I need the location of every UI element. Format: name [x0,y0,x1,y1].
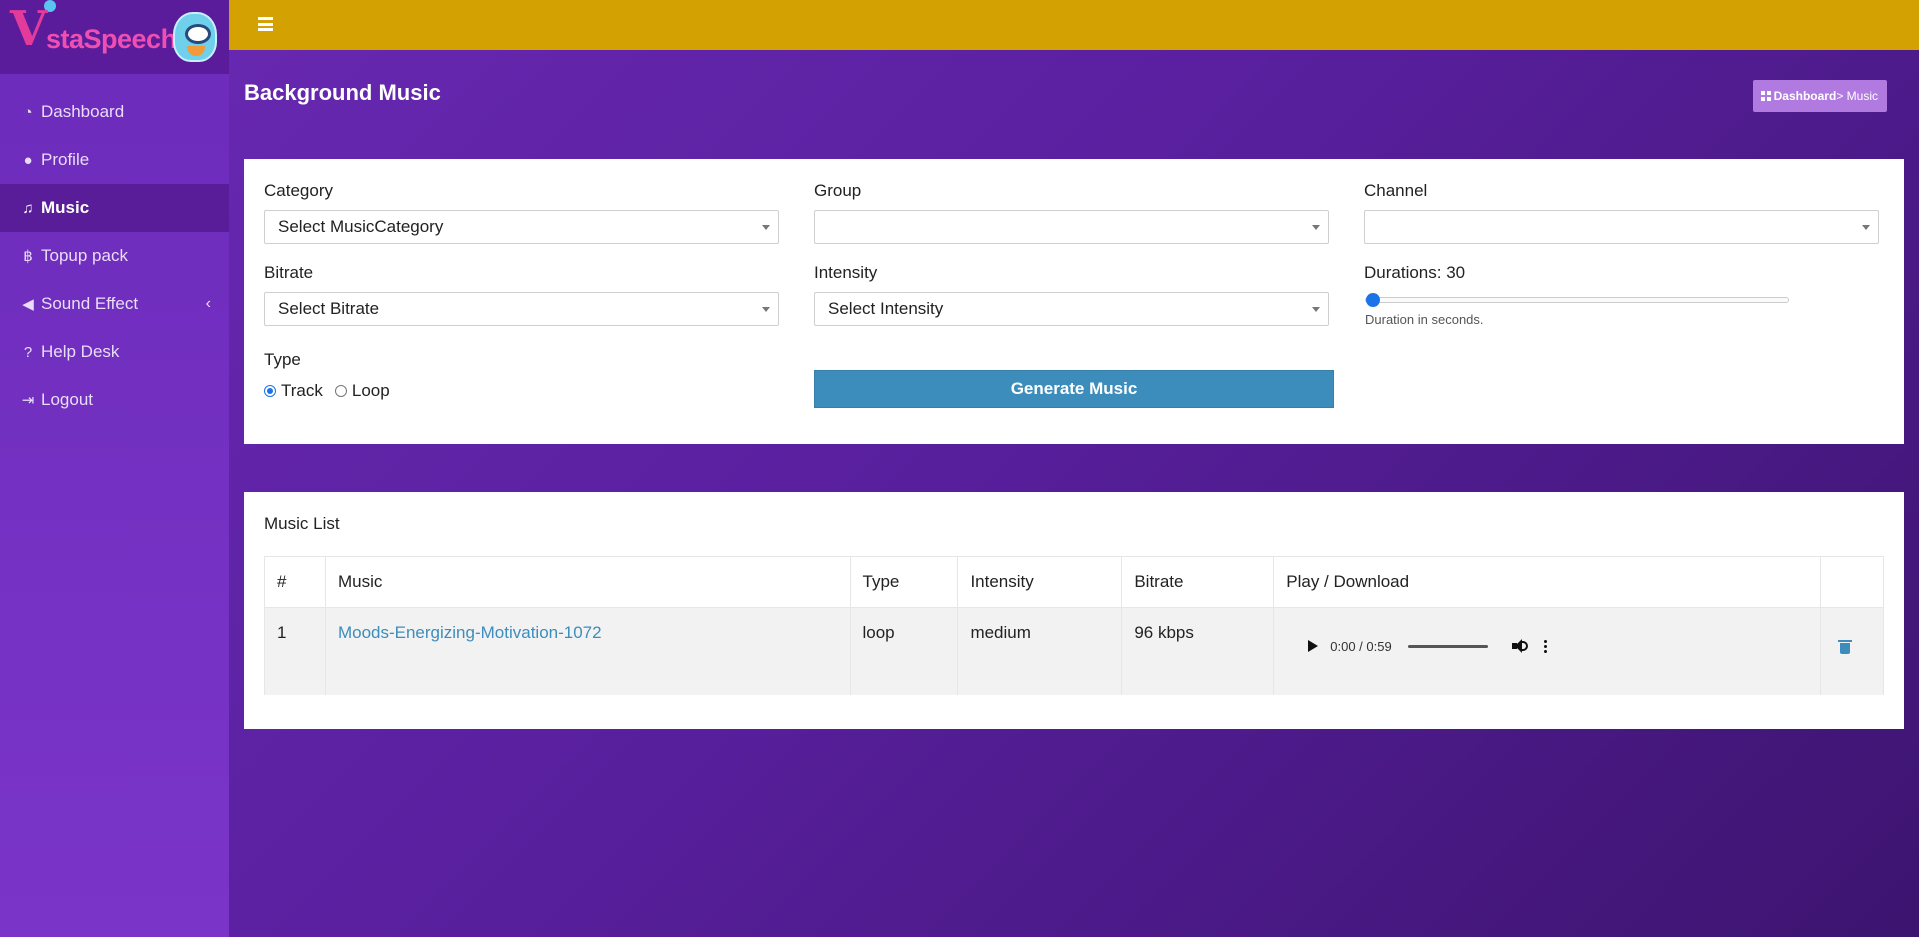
sidebar-item-label: Dashboard [41,102,125,121]
delete-trash-icon[interactable] [1838,640,1852,654]
music-link[interactable]: Moods-Energizing-Motivation-1072 [338,623,602,642]
chevron-left-icon: ‹ [205,295,211,312]
column-header-intensity: Intensity [957,556,1123,608]
page-title: Background Music [244,80,441,105]
caret-down-icon [1312,307,1320,312]
sidebar-item-sound-effect[interactable]: ◀ Sound Effect ‹ [0,280,229,328]
breadcrumb: Dashboard > Music [1752,80,1887,112]
bitcoin-icon: ฿ [23,248,33,265]
category-select-value: Select MusicCategory [278,217,444,236]
sidebar-item-label: Sound Effect [41,294,139,313]
duration-hint: Duration in seconds. [1365,312,1484,327]
table-header-row: # Music Type Intensity Bitrate Play / Do… [264,556,1884,608]
row-number: 1 [264,607,326,695]
bitrate-select[interactable]: Select Bitrate [264,292,779,326]
breadcrumb-current: > Music [1836,89,1878,103]
duration-slider[interactable] [1365,293,1789,307]
sidebar-item-label: Help Desk [41,342,120,361]
group-select[interactable] [814,210,1329,244]
intensity-select[interactable]: Select Intensity [814,292,1329,326]
audio-progress-bar[interactable] [1407,644,1488,648]
bitrate-select-value: Select Bitrate [278,299,380,318]
music-list-title: Music List [264,514,340,533]
intensity-label: Intensity [814,263,878,282]
column-header-play-download: Play / Download [1273,556,1821,608]
sidebar-item-label: Music [41,198,90,217]
sidebar-item-label: Logout [41,390,93,409]
sidebar-item-logout[interactable]: ⇥ Logout [0,376,229,424]
play-icon[interactable] [1308,640,1319,652]
column-header-bitrate: Bitrate [1121,556,1275,608]
sidebar-item-help-desk[interactable]: ? Help Desk [0,328,229,376]
row-intensity: medium [957,607,1123,695]
group-label: Group [814,181,862,200]
type-loop-label[interactable]: Loop [352,381,390,401]
sidebar-item-label: Topup pack [41,246,128,265]
row-actions-cell [1820,607,1884,695]
app-logo[interactable]: V staSpeech [0,0,229,74]
duration-label: Durations: 30 [1364,263,1466,282]
more-options-icon[interactable] [1543,639,1547,653]
dashboard-grid-icon [1760,91,1771,101]
sidebar-item-profile[interactable]: ● Profile [0,136,229,184]
row-bitrate: 96 kbps [1121,607,1275,695]
type-track-radio[interactable] [264,385,276,397]
logo-text: staSpeech [46,24,177,54]
volume-icon[interactable] [1511,639,1528,653]
channel-label: Channel [1364,181,1428,200]
sidebar-item-dashboard[interactable]: ◔ Dashboard [0,88,229,136]
sidebar-nav: ◔ Dashboard ● Profile ♫ Music ฿ Topup pa… [0,74,229,424]
column-header-music: Music [324,556,851,608]
music-generator-form: Category Select MusicCategory Group Chan… [244,159,1904,444]
caret-down-icon [762,307,770,312]
row-player-cell: 0:00 / 0:59 [1273,607,1821,695]
music-list-card: Music List # Music Type Intensity Bitrat… [244,492,1904,729]
intensity-select-value: Select Intensity [828,299,944,318]
question-icon: ? [23,343,33,361]
row-music-cell: Moods-Energizing-Motivation-1072 [324,607,851,695]
volume-icon: ◀ [22,296,34,313]
sidebar-item-label: Profile [41,150,90,169]
hamburger-menu-icon[interactable] [258,17,273,31]
caret-down-icon [762,225,770,230]
user-icon: ● [23,151,33,169]
generate-music-button[interactable]: Generate Music [814,370,1334,408]
dashboard-icon: ◔ [23,103,33,121]
channel-select[interactable] [1364,210,1879,244]
row-type: loop [849,607,959,695]
column-header-actions [1820,556,1884,608]
category-select[interactable]: Select MusicCategory [264,210,779,244]
sidebar-item-topup-pack[interactable]: ฿ Topup pack [0,232,229,280]
music-icon: ♫ [22,199,34,217]
music-table: # Music Type Intensity Bitrate Play / Do… [264,556,1884,695]
audio-time: 0:00 / 0:59 [1330,638,1392,654]
top-bar [229,0,1919,50]
category-label: Category [264,181,333,200]
audio-player: 0:00 / 0:59 [1286,619,1586,673]
bitrate-label: Bitrate [264,263,314,282]
duration-slider-thumb[interactable] [1366,293,1380,307]
type-track-label[interactable]: Track [281,381,323,401]
table-row: 1 Moods-Energizing-Motivation-1072 loop … [264,607,1884,695]
mascot-icon [173,12,217,62]
sidebar-item-music[interactable]: ♫ Music [0,184,229,232]
type-radio-group: Track Loop [264,381,402,401]
type-loop-radio[interactable] [334,385,347,397]
logo-v: V [10,1,48,57]
column-header-type: Type [849,556,959,608]
sidebar: V staSpeech ◔ Dashboard ● Profile ♫ Musi… [0,0,229,937]
type-label: Type [264,350,301,369]
logout-icon: ⇥ [21,392,35,409]
caret-down-icon [1862,225,1870,230]
caret-down-icon [1312,225,1320,230]
breadcrumb-home[interactable]: Dashboard [1774,89,1837,103]
column-header-number: # [264,556,326,608]
